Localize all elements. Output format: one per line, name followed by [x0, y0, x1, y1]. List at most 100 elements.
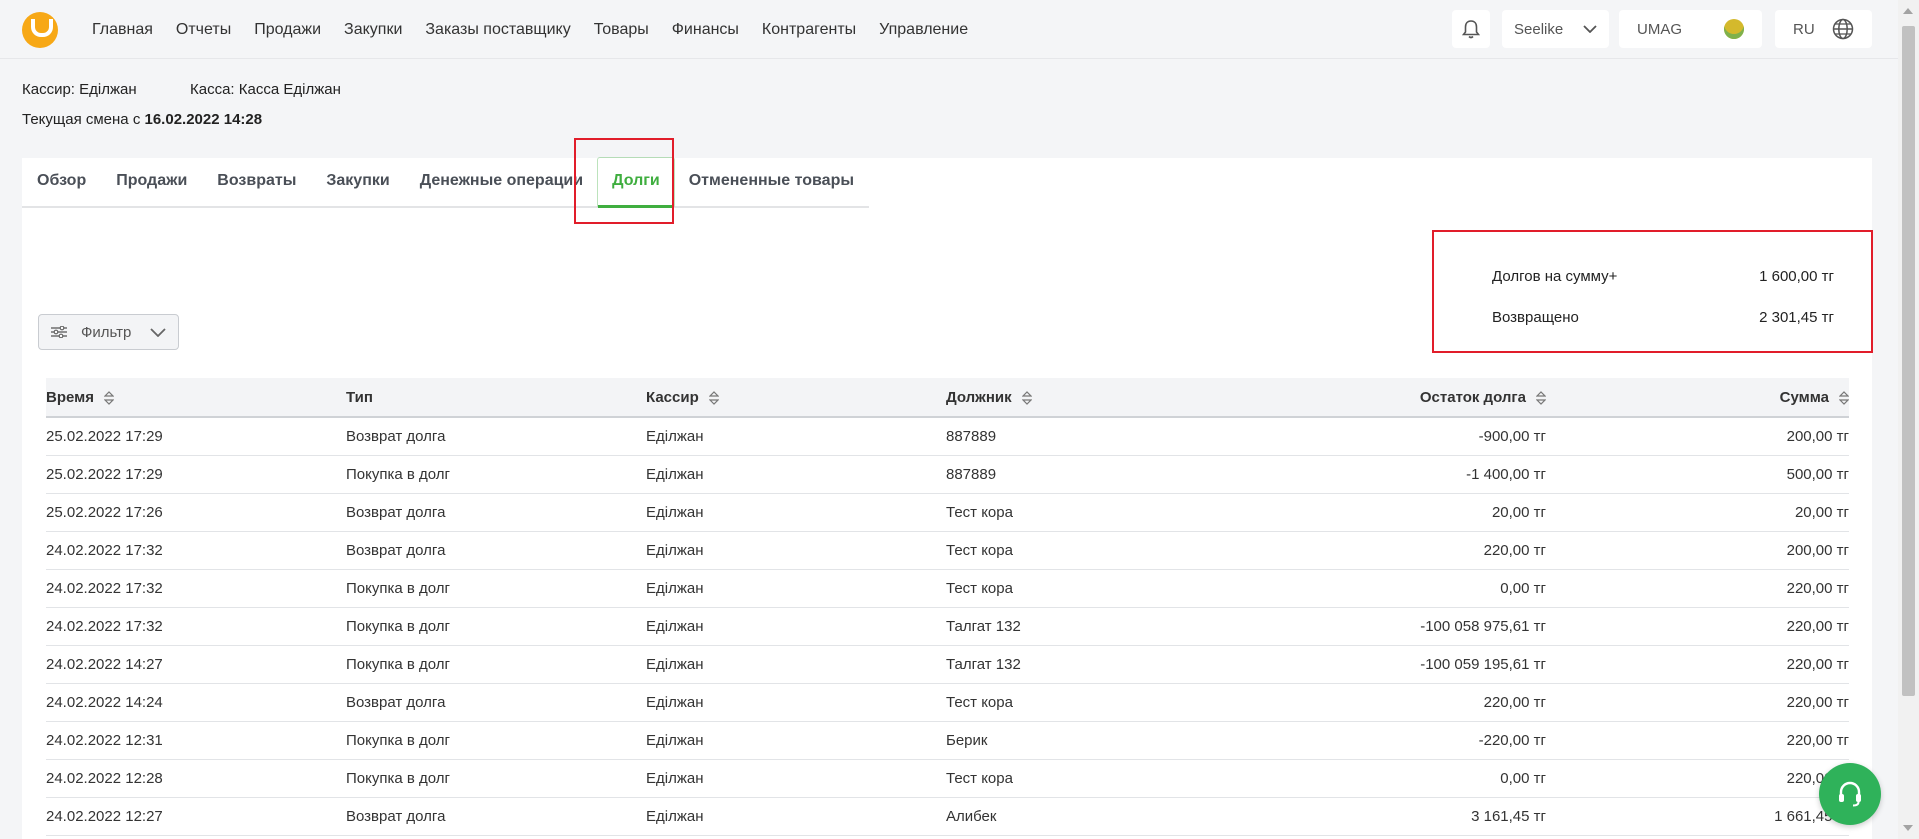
scroll-up-arrow-icon[interactable]: [1903, 8, 1913, 14]
table-row[interactable]: 24.02.2022 12:27 Возврат долга Еділжан Алиб…: [46, 797, 1849, 836]
column-header-type: Тип: [346, 378, 646, 418]
filter-sliders-icon: [51, 326, 67, 338]
tab-cancelled-items[interactable]: Отмененные товары: [674, 158, 869, 206]
column-header-label: Тип: [346, 388, 373, 406]
user-menu[interactable]: UMAG: [1619, 10, 1762, 48]
cell-cashier: Еділжан: [646, 607, 946, 646]
tab-purchases[interactable]: Закупки: [311, 158, 404, 206]
column-header-label: Кассир: [646, 388, 699, 406]
nav-purchases[interactable]: Закупки: [344, 21, 402, 39]
cell-type: Покупка в долг: [346, 569, 646, 608]
tab-debts[interactable]: Долги: [597, 157, 675, 208]
cell-debtor: 887889: [946, 417, 1246, 456]
umag-logo[interactable]: [22, 12, 58, 48]
cell-debtor: Тест кора: [946, 569, 1246, 608]
cell-type: Покупка в долг: [346, 455, 646, 494]
cell-debtor: Талгат 132: [946, 645, 1246, 684]
shift-info: Текущая смена с 16.02.2022 14:28: [22, 111, 262, 128]
cell-amount: 500,00 тг: [1546, 455, 1849, 494]
sort-icon[interactable]: [1839, 390, 1849, 405]
nav-finance[interactable]: Финансы: [672, 21, 739, 39]
table-row[interactable]: 25.02.2022 17:29 Покупка в долг Еділжан 887…: [46, 455, 1849, 494]
tab-sales[interactable]: Продажи: [101, 158, 202, 206]
notifications-button[interactable]: [1452, 10, 1490, 48]
cell-cashier: Еділжан: [646, 493, 946, 532]
cell-debt-balance: 3 161,45 тг: [1246, 797, 1546, 836]
cell-time: 24.02.2022 12:28: [46, 759, 346, 798]
sort-icon[interactable]: [1536, 390, 1546, 405]
tab-overview[interactable]: Обзор: [22, 158, 101, 206]
scroll-thumb[interactable]: [1902, 26, 1915, 696]
column-header-debt-balance[interactable]: Остаток долга: [1246, 378, 1546, 418]
shift-start: 16.02.2022 14:28: [144, 111, 263, 128]
cell-type: Возврат долга: [346, 683, 646, 722]
bell-icon: [1462, 20, 1480, 39]
table-row[interactable]: 24.02.2022 14:27 Покупка в долг Еділжан Тал…: [46, 645, 1849, 684]
column-header-amount[interactable]: Сумма: [1546, 378, 1849, 418]
nav-supplier-orders[interactable]: Заказы поставщику: [425, 21, 570, 39]
report-card: Обзор Продажи Возвраты Закупки Денежные …: [22, 138, 1873, 839]
cell-time: 25.02.2022 17:29: [46, 455, 346, 494]
cell-time: 24.02.2022 17:32: [46, 569, 346, 608]
cell-type: Покупка в долг: [346, 607, 646, 646]
table-row[interactable]: 24.02.2022 12:28 Покупка в долг Еділжан Тес…: [46, 759, 1849, 798]
cell-cashier: Еділжан: [646, 721, 946, 760]
cell-cashier: Еділжан: [646, 417, 946, 456]
nav-home[interactable]: Главная: [92, 21, 153, 39]
nav-reports[interactable]: Отчеты: [176, 21, 231, 39]
nav-sales[interactable]: Продажи: [254, 21, 321, 39]
cell-type: Покупка в долг: [346, 645, 646, 684]
sort-icon[interactable]: [1021, 390, 1032, 405]
scroll-down-arrow-icon[interactable]: [1903, 825, 1913, 831]
table-header-row: Время Тип Кассир Должник Остаток долга С…: [46, 378, 1849, 418]
cell-cashier: Еділжан: [646, 759, 946, 798]
nav-products[interactable]: Товары: [594, 21, 649, 39]
cell-amount: 20,00 тг: [1546, 493, 1849, 532]
support-chat-button[interactable]: [1819, 763, 1881, 825]
avatar: [1724, 19, 1744, 39]
column-header-time[interactable]: Время: [46, 378, 346, 418]
cell-type: Возврат долга: [346, 797, 646, 836]
sort-icon[interactable]: [104, 390, 114, 405]
nav-counterparties[interactable]: Контрагенты: [762, 21, 856, 39]
debts-table-body: 25.02.2022 17:29 Возврат долга Еділжан 8878…: [46, 417, 1849, 836]
cell-debtor: Берик: [946, 721, 1246, 760]
column-header-label: Должник: [946, 388, 1012, 406]
table-row[interactable]: 24.02.2022 17:32 Возврат долга Еділжан Тест…: [46, 531, 1849, 570]
tab-cash-operations[interactable]: Денежные операции: [405, 158, 598, 206]
table-row[interactable]: 24.02.2022 17:32 Покупка в долг Еділжан Тес…: [46, 569, 1849, 608]
returned-total-label: Возвращено: [1492, 309, 1579, 326]
cell-debt-balance: -1 400,00 тг: [1246, 455, 1546, 494]
language-selector[interactable]: RU: [1775, 10, 1872, 48]
table-row[interactable]: 25.02.2022 17:29 Возврат долга Еділжан 8878…: [46, 417, 1849, 456]
store-selector[interactable]: Seelike: [1502, 10, 1609, 48]
report-tabs: Обзор Продажи Возвраты Закупки Денежные …: [22, 157, 870, 208]
nav-management[interactable]: Управление: [879, 21, 968, 39]
table-row[interactable]: 24.02.2022 14:24 Возврат долга Еділжан Тест…: [46, 683, 1849, 722]
cell-time: 24.02.2022 17:32: [46, 531, 346, 570]
cell-amount: 220,00 тг: [1546, 569, 1849, 608]
cell-type: Покупка в долг: [346, 721, 646, 760]
page-scrollbar[interactable]: [1898, 0, 1919, 839]
cell-time: 24.02.2022 14:27: [46, 645, 346, 684]
sort-icon[interactable]: [708, 390, 719, 405]
cell-type: Возврат долга: [346, 531, 646, 570]
filter-button[interactable]: Фильтр: [38, 314, 179, 350]
column-header-debtor[interactable]: Должник: [946, 378, 1246, 418]
headset-icon: [1839, 781, 1861, 807]
user-name: UMAG: [1637, 20, 1682, 38]
cell-debtor: Тест кора: [946, 493, 1246, 532]
returned-total-value: 2 301,45 тг: [1759, 309, 1834, 326]
cell-amount: 220,00 тг: [1546, 759, 1849, 798]
cell-debtor: Алибек: [946, 797, 1246, 836]
table-row[interactable]: 24.02.2022 12:31 Покупка в долг Еділжан Бер…: [46, 721, 1849, 760]
table-row[interactable]: 24.02.2022 17:32 Покупка в долг Еділжан Тал…: [46, 607, 1849, 646]
column-header-label: Остаток долга: [1419, 388, 1526, 406]
column-header-cashier[interactable]: Кассир: [646, 378, 946, 418]
cell-debtor: Тест кора: [946, 759, 1246, 798]
cashier-info: Кассир: Еділжан: [22, 81, 137, 98]
cashier-label: Кассир:: [22, 81, 75, 98]
table-row[interactable]: 25.02.2022 17:26 Возврат долга Еділжан Тест…: [46, 493, 1849, 532]
summary-highlight-box: [1432, 230, 1873, 353]
tab-returns[interactable]: Возвраты: [202, 158, 311, 206]
